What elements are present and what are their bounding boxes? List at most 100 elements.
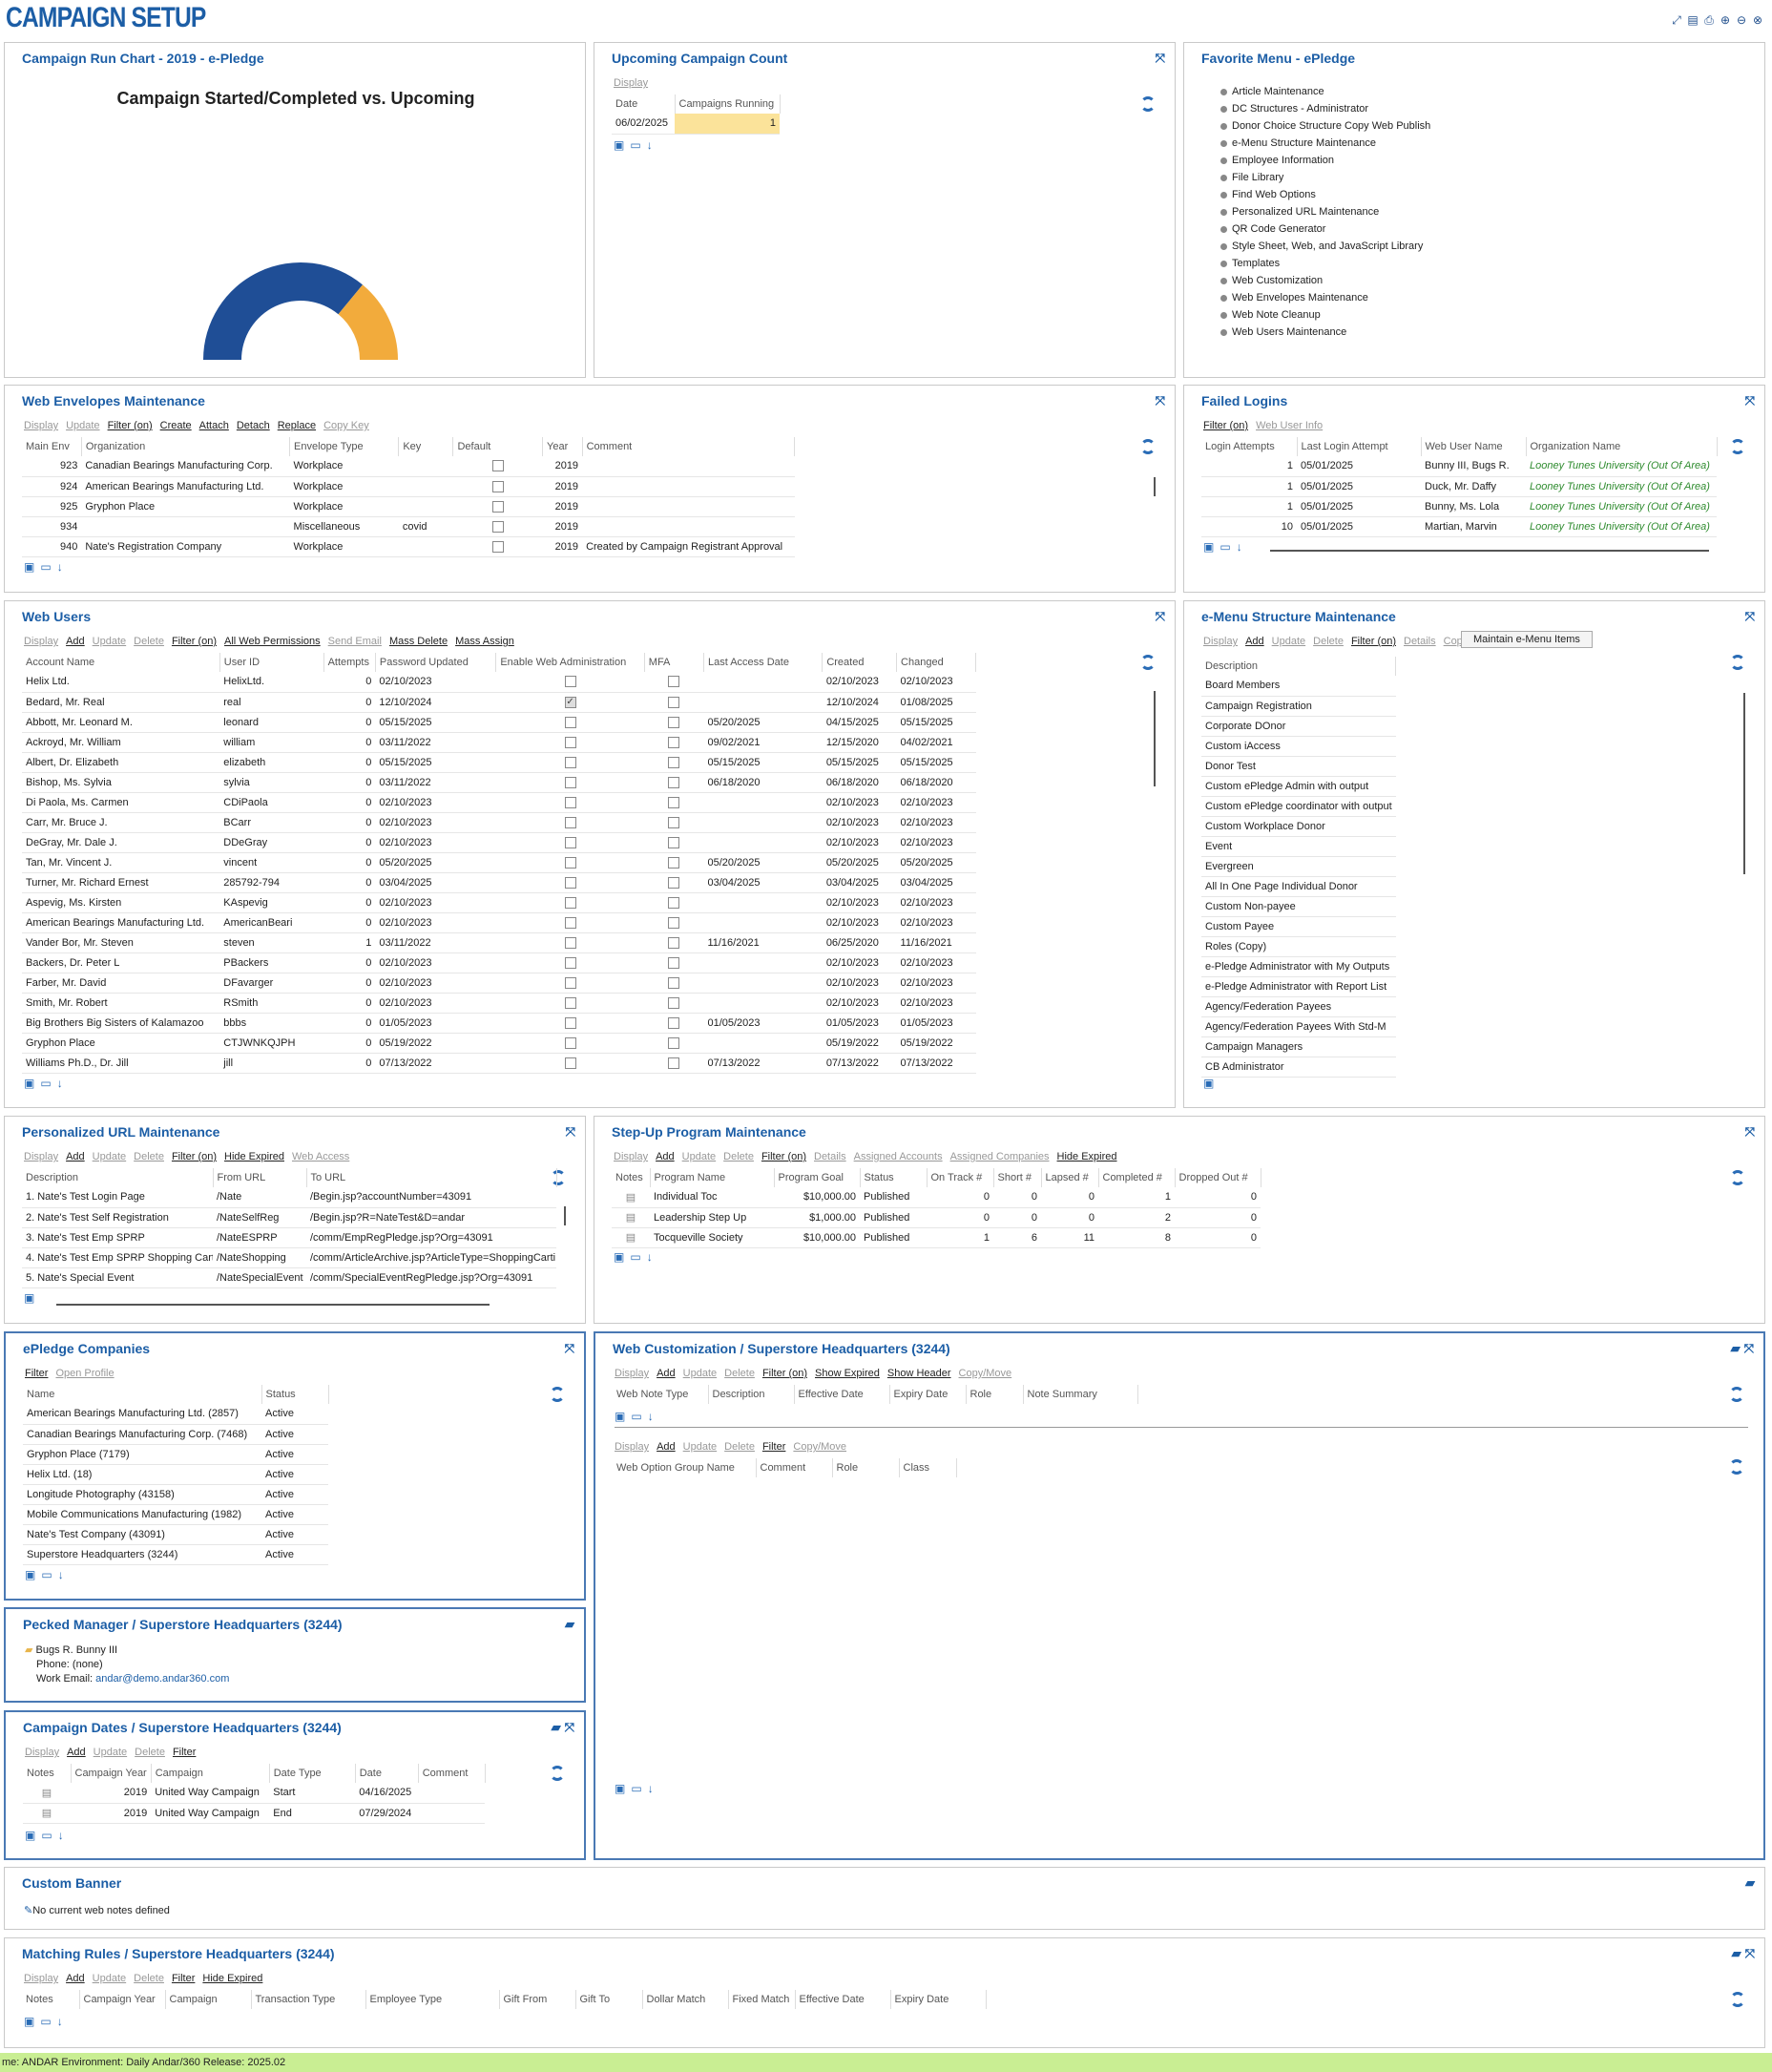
col-key[interactable]: Key <box>398 437 454 456</box>
open-icon[interactable]: ▰ <box>1745 1875 1755 1891</box>
table-row[interactable]: ▤ 2019 United Way Campaign Start 04/16/2025 <box>23 1783 486 1804</box>
list-item[interactable]: e-Pledge Administrator with My Outputs <box>1201 956 1396 977</box>
table-row[interactable]: 940 Nate's Registration Company Workplace 2… <box>22 536 795 557</box>
link-filter[interactable]: Filter <box>173 1747 196 1758</box>
link-show-header[interactable]: Show Header <box>887 1368 951 1379</box>
link-update[interactable]: Update <box>66 420 99 431</box>
refresh-icon[interactable] <box>1729 1387 1744 1402</box>
link-send-email[interactable]: Send Email <box>328 636 382 647</box>
table-row[interactable]: Vander Bor, Mr. Steven steven 1 03/11/2022 1… <box>22 932 976 953</box>
table-row[interactable]: Farber, Mr. David DFavarger 0 02/10/2023 02/… <box>22 973 976 994</box>
checkbox[interactable] <box>564 896 576 909</box>
list-item[interactable]: Event <box>1201 836 1396 857</box>
link-add[interactable]: Add <box>1245 636 1264 647</box>
link-assigned-accounts[interactable]: Assigned Accounts <box>854 1151 943 1162</box>
col-password-updated[interactable]: Password Updated <box>375 653 497 672</box>
list-item[interactable]: e-Pledge Administrator with Report List <box>1201 976 1396 997</box>
list-item[interactable]: Agency/Federation Payees With Std-M <box>1201 1016 1396 1037</box>
table-row[interactable]: Bedard, Mr. Real real 0 12/10/2024 ✓ 12/10/20… <box>22 692 976 713</box>
link-assigned-companies[interactable]: Assigned Companies <box>950 1151 1050 1162</box>
list-item[interactable]: Campaign Managers <box>1201 1036 1396 1057</box>
maximize-icon[interactable]: ⤧ <box>565 1341 574 1356</box>
scrollbar[interactable] <box>1743 693 1745 874</box>
table-row[interactable]: 10 05/01/2025 Martian, Marvin Looney Tunes … <box>1201 516 1717 537</box>
checkbox[interactable] <box>564 836 576 848</box>
link-hide-expired[interactable]: Hide Expired <box>224 1151 284 1162</box>
col-to-url[interactable]: To URL <box>306 1168 557 1187</box>
checkbox[interactable] <box>668 896 680 909</box>
open-icon[interactable]: ▰ <box>565 1617 574 1632</box>
col-web-user-name[interactable]: Web User Name <box>1421 437 1527 456</box>
checkbox[interactable] <box>564 756 576 768</box>
link-display[interactable]: Display <box>614 77 648 89</box>
table-row[interactable]: 1 05/01/2025 Bunny, Ms. Lola Looney Tunes U… <box>1201 496 1717 517</box>
link-display[interactable]: Display <box>24 420 58 431</box>
list-item[interactable]: Board Members <box>1201 676 1396 697</box>
col-envelope-type[interactable]: Envelope Type <box>289 437 400 456</box>
link-add[interactable]: Add <box>657 1368 676 1379</box>
checkbox[interactable] <box>564 716 576 728</box>
link-update[interactable]: Update <box>1272 636 1305 647</box>
maximize-icon[interactable]: ⤧ <box>1745 609 1755 624</box>
col-notes[interactable]: Notes <box>612 1168 651 1187</box>
checkbox[interactable] <box>668 776 680 788</box>
checkbox[interactable] <box>668 696 680 708</box>
table-row[interactable]: 1. Nate's Test Login Page/Nate/Begin.jsp… <box>22 1187 556 1208</box>
download-icon[interactable]: ↓ <box>58 1829 64 1842</box>
excel-icon[interactable]: ▣ <box>25 1568 35 1581</box>
refresh-icon[interactable] <box>1730 1992 1745 2007</box>
link-delete[interactable]: Delete <box>134 1973 164 1984</box>
col-dropped-out[interactable]: Dropped Out # <box>1175 1168 1261 1187</box>
checkbox[interactable] <box>668 716 680 728</box>
checkbox[interactable] <box>564 676 576 688</box>
checkbox[interactable] <box>668 736 680 748</box>
maximize-icon[interactable]: ⤧ <box>565 1720 574 1735</box>
link-replace[interactable]: Replace <box>278 420 316 431</box>
refresh-icon[interactable] <box>1140 655 1156 670</box>
table-row[interactable]: Longitude Photography (43158) Active <box>23 1484 328 1505</box>
checkbox[interactable] <box>668 976 680 989</box>
refresh-icon[interactable] <box>550 1387 565 1402</box>
table-row[interactable]: Aspevig, Ms. Kirsten KAspevig 0 02/10/2023 0… <box>22 892 976 913</box>
checkbox[interactable] <box>668 1016 680 1029</box>
link-update[interactable]: Update <box>683 1368 717 1379</box>
link-display[interactable]: Display <box>615 1368 649 1379</box>
checkbox[interactable] <box>564 876 576 889</box>
checkbox[interactable] <box>564 1016 576 1029</box>
checkbox[interactable] <box>668 796 680 808</box>
checkbox[interactable] <box>668 876 680 889</box>
checkbox[interactable] <box>668 916 680 929</box>
refresh-icon[interactable] <box>1730 439 1745 454</box>
table-row[interactable]: ▤ Leadership Step Up $1,000.00 Published 0 0 0… <box>612 1207 1261 1228</box>
col-class[interactable]: Class <box>899 1458 957 1477</box>
col-organization-name[interactable]: Organization Name <box>1526 437 1718 456</box>
col-program-goal[interactable]: Program Goal <box>774 1168 861 1187</box>
col-attempts[interactable]: Attempts <box>323 653 376 672</box>
link-update[interactable]: Update <box>682 1151 716 1162</box>
link-copy-key[interactable]: Copy Key <box>323 420 369 431</box>
list-item[interactable]: Agency/Federation Payees <box>1201 996 1396 1017</box>
folder-icon[interactable]: ▭ <box>631 1782 641 1795</box>
refresh-icon[interactable] <box>1140 439 1156 454</box>
favorite-item[interactable]: DC Structures - Administrator <box>1220 100 1430 117</box>
refresh-icon[interactable] <box>1730 655 1745 670</box>
link-details[interactable]: Details <box>814 1151 846 1162</box>
note-icon[interactable]: ▤ <box>626 1192 636 1203</box>
download-icon[interactable]: ↓ <box>648 1782 654 1795</box>
maximize-icon[interactable]: ⤧ <box>1745 1946 1755 1961</box>
col-description[interactable]: Description <box>708 1385 795 1404</box>
link-add[interactable]: Add <box>66 1973 85 1984</box>
list-item[interactable]: All In One Page Individual Donor <box>1201 876 1396 897</box>
checkbox[interactable] <box>564 1036 576 1049</box>
excel-icon[interactable]: ▣ <box>614 1250 624 1264</box>
folder-icon[interactable]: ▭ <box>40 2015 51 2028</box>
checkbox[interactable] <box>491 540 504 553</box>
list-item[interactable]: Custom Payee <box>1201 916 1396 937</box>
link-delete[interactable]: Delete <box>724 1368 755 1379</box>
open-icon[interactable]: ▰ <box>1731 1341 1741 1356</box>
link-update[interactable]: Update <box>683 1441 717 1453</box>
list-item[interactable]: Donor Test <box>1201 756 1396 777</box>
table-row[interactable]: Gryphon Place (7179) Active <box>23 1444 328 1465</box>
link-filter-on[interactable]: Filter (on) <box>108 420 153 431</box>
table-row[interactable]: Helix Ltd. (18) Active <box>23 1464 328 1485</box>
